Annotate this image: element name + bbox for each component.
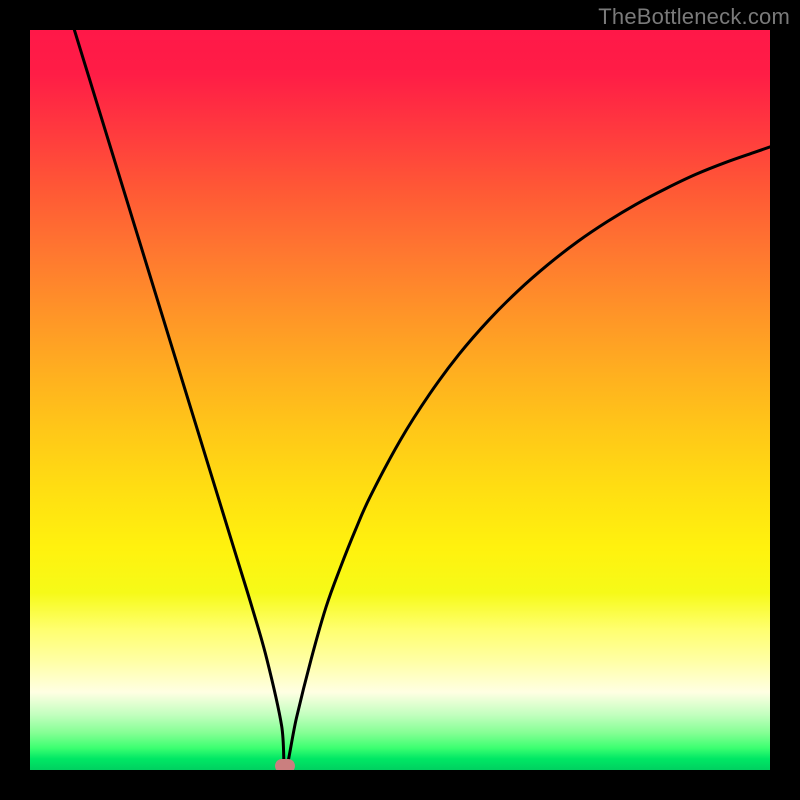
minimum-marker xyxy=(275,759,295,770)
curve-svg xyxy=(30,30,770,770)
watermark-text: TheBottleneck.com xyxy=(598,4,790,30)
chart-frame: TheBottleneck.com xyxy=(0,0,800,800)
bottleneck-curve xyxy=(74,30,770,770)
plot-area xyxy=(30,30,770,770)
